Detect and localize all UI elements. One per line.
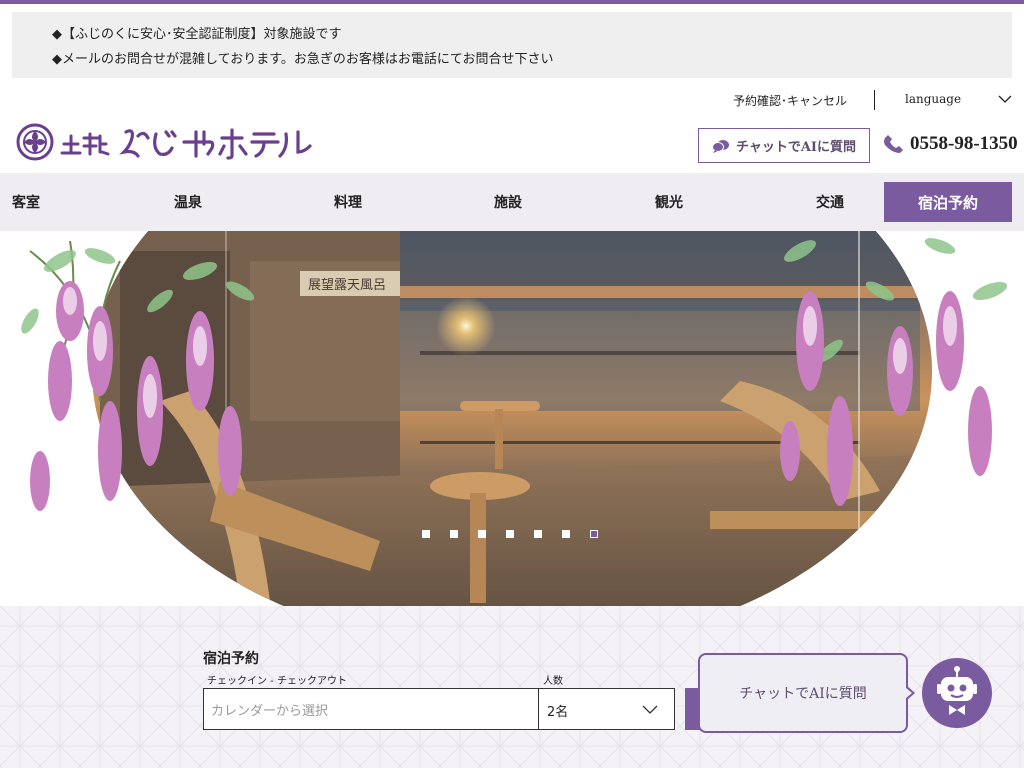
logo-mark	[16, 123, 312, 161]
slide-dot[interactable]	[422, 530, 430, 538]
nav-item-access[interactable]: 交通	[816, 192, 844, 212]
slide-dot[interactable]	[506, 530, 514, 538]
date-range-label: チェックイン - チェックアウト	[207, 676, 347, 687]
ai-chat-bubble[interactable]: チャットでAIに質問	[698, 653, 915, 733]
slide-dot[interactable]	[450, 530, 458, 538]
nav-item-onsen[interactable]: 温泉	[174, 192, 202, 212]
chevron-down-icon	[642, 705, 658, 714]
utility-divider	[874, 90, 875, 110]
guests-select[interactable]: 2名	[538, 688, 675, 730]
ai-chat-button[interactable]: チャットでAIに質問	[698, 128, 870, 163]
notice-line-1: ◆【ふじのくに安心･安全認証制度】対象施設です	[52, 27, 342, 42]
phone-number-text: 0558-98-1350	[910, 133, 1018, 154]
robot-icon	[937, 666, 977, 715]
guests-label: 人数	[543, 676, 563, 687]
nav-book-button[interactable]: 宿泊予約	[884, 182, 1012, 222]
booking-title: 宿泊予約	[203, 651, 259, 667]
slide-dot[interactable]	[590, 530, 598, 538]
nav-item-facilities[interactable]: 施設	[494, 192, 522, 212]
nav-item-cuisine[interactable]: 料理	[334, 192, 362, 212]
notice-box: ◆【ふじのくに安心･安全認証制度】対象施設です ◆メールのお問合せが混雑しており…	[12, 12, 1012, 78]
phone-icon	[884, 135, 903, 153]
guests-select-value: 2名	[547, 705, 569, 720]
global-navigation: 客室 温泉 料理 施設 観光 交通 宿泊予約	[0, 173, 1024, 231]
top-accent-line	[0, 0, 1024, 4]
reservation-check-link[interactable]: 予約確認･キャンセル	[733, 92, 847, 109]
hero-image: 展望露天風呂	[0, 231, 1024, 606]
date-range-input[interactable]: カレンダーから選択	[203, 688, 539, 730]
nav-item-sightseeing[interactable]: 観光	[655, 192, 683, 212]
hotel-logo[interactable]	[16, 120, 316, 166]
phone-number[interactable]: 0558-98-1350	[884, 133, 1018, 155]
notice-line-2: ◆メールのお問合せが混雑しております。お急ぎのお客様はお電話にてお問合せ下さい	[52, 52, 554, 67]
bubble-tail-inner	[905, 687, 912, 699]
chatbot-launcher[interactable]	[922, 658, 992, 728]
language-selector[interactable]: language	[905, 92, 961, 106]
utility-bar: 予約確認･キャンセル language	[0, 90, 1024, 112]
slide-indicators	[422, 530, 598, 538]
ai-chat-button-label: チャットでAIに質問	[735, 140, 857, 155]
nav-item-rooms[interactable]: 客室	[12, 192, 40, 212]
ai-chat-bubble-text: チャットでAIに質問	[739, 686, 867, 702]
slide-dot[interactable]	[478, 530, 486, 538]
speech-bubble-icon	[711, 139, 729, 153]
hero-slideshow: 展望露天風呂	[0, 231, 1024, 606]
slide-dot[interactable]	[562, 530, 570, 538]
chevron-down-icon[interactable]	[998, 92, 1012, 106]
slide-dot[interactable]	[534, 530, 542, 538]
